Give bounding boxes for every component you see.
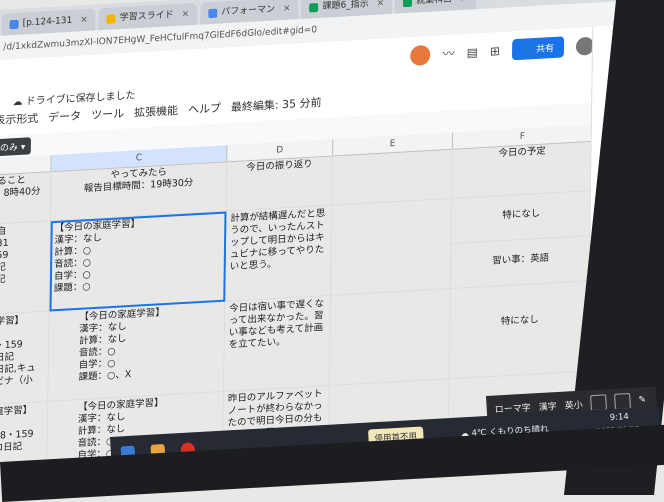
cell-e-header[interactable] bbox=[332, 148, 453, 206]
last-edit-label[interactable]: 最終編集: 35 分前 bbox=[231, 94, 322, 115]
cell-b-row1[interactable]: 自 31 59 記 記 bbox=[0, 221, 51, 315]
cell-f-row1a[interactable]: 特になし bbox=[451, 191, 592, 244]
tab-favicon-icon bbox=[309, 2, 319, 13]
cell-c-row2[interactable]: 【今日の家庭学習】 漢字：なし 計算：なし 音読：○ 自学：○ 課題：○、X bbox=[48, 301, 226, 402]
meet-icon[interactable]: ⊞ bbox=[490, 43, 500, 58]
header-actions: 〰 ▤ ⊞ 👤 共有 bbox=[410, 35, 595, 66]
cell-f-row2[interactable]: 特になし bbox=[449, 281, 591, 380]
user-avatar-orange[interactable] bbox=[410, 44, 431, 66]
tab-favicon-icon bbox=[208, 8, 218, 18]
menu-item-help[interactable]: ヘルプ bbox=[188, 100, 221, 118]
tab-close-icon[interactable]: × bbox=[377, 0, 385, 15]
ime-kanji[interactable]: 漢字 bbox=[538, 399, 557, 413]
tab-favicon-icon bbox=[9, 19, 19, 29]
ime-pen-icon[interactable]: ✎ bbox=[638, 395, 646, 405]
menu-item-tools[interactable]: ツール bbox=[91, 105, 124, 123]
cell-d-row1[interactable]: 計算が結構遅んだと思うので、いったんストップして明日からはキュビナに移ってやりた… bbox=[225, 205, 333, 302]
tab-close-icon[interactable]: × bbox=[181, 3, 190, 25]
menu-item-format[interactable]: 表示形式 bbox=[0, 110, 38, 128]
tab-close-icon[interactable]: × bbox=[460, 0, 468, 10]
cell-c-row1[interactable]: 【今日の家庭学習】 漢字：なし 計算：○ 音読：○ 自学：○ 課題：○ bbox=[49, 211, 227, 312]
tab-label: 学習スライド bbox=[119, 10, 174, 24]
share-button[interactable]: 👤 共有 bbox=[511, 36, 565, 61]
activity-icon[interactable]: 〰 bbox=[443, 44, 455, 62]
cell-f-header[interactable]: 今日の予定 bbox=[452, 140, 593, 199]
filter-view-button[interactable]: のみ ▾ bbox=[0, 137, 32, 157]
cell-d-header[interactable]: 今日の振り返り bbox=[226, 155, 334, 212]
tab-label: [p.124-131 bbox=[22, 15, 73, 29]
tab-favicon-icon bbox=[106, 13, 116, 24]
cell-d-row2[interactable]: 今日は宿い事で遅くなって出来なかった。習い事なども考えて計画を立てたい。 bbox=[223, 295, 332, 392]
caret-down-icon: ▾ bbox=[20, 142, 26, 153]
ime-eisho[interactable]: 英小 bbox=[564, 397, 583, 411]
cloud-icon: ☁ bbox=[12, 96, 23, 109]
tab-close-icon[interactable]: × bbox=[80, 9, 88, 31]
tab-favicon-icon bbox=[403, 0, 413, 7]
menu-item-data[interactable]: データ bbox=[48, 107, 81, 125]
clock-time[interactable]: 9:14 bbox=[609, 412, 629, 423]
cell-f-row1b[interactable]: 習い事：英語 bbox=[450, 236, 592, 290]
person-add-icon: 👤 bbox=[521, 45, 534, 56]
comment-icon[interactable]: ▤ bbox=[467, 45, 479, 60]
cell-e-row1[interactable] bbox=[331, 198, 453, 296]
cell-b-header[interactable]: ること ; 8時40分 bbox=[0, 171, 52, 225]
cell-b-row2[interactable]: 学習】 ・159 日記 日記,キュビナ（小 bbox=[0, 311, 50, 405]
tab-close-icon[interactable]: × bbox=[283, 0, 291, 20]
cell-e-row2[interactable] bbox=[329, 289, 451, 386]
menu-item-extensions[interactable]: 拡張機能 bbox=[134, 102, 178, 120]
